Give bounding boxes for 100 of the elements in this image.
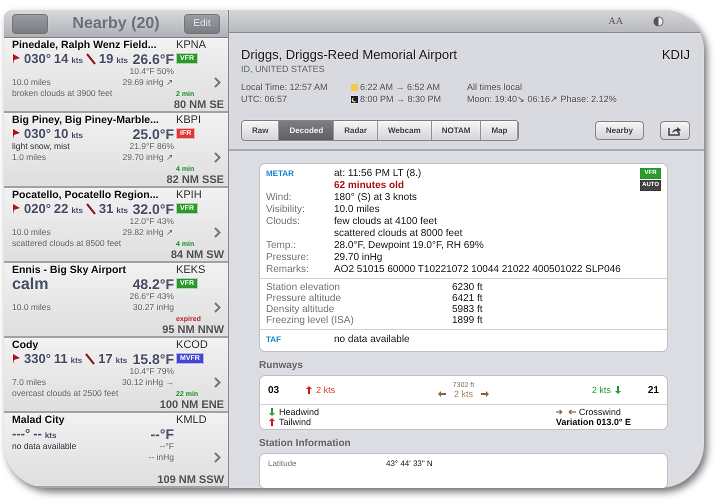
station-name: Pinedale, Ralph Wenz Field... bbox=[12, 39, 158, 51]
chevron-icon bbox=[214, 227, 221, 238]
headwind-arrow-icon bbox=[614, 385, 622, 395]
weather-text: light snow, mist bbox=[12, 141, 71, 152]
crosswind-arrow-icon bbox=[481, 388, 489, 398]
gust-icon bbox=[86, 202, 96, 214]
clouds-text: broken clouds at 3900 feet bbox=[12, 88, 114, 99]
unit-label: kts bbox=[70, 356, 82, 365]
field-value: 6421 ft bbox=[452, 293, 484, 304]
station-name: Malad City bbox=[12, 414, 66, 426]
taf-value: no data available bbox=[334, 334, 411, 345]
unit-label: kts bbox=[116, 56, 128, 65]
field-label: Station elevation bbox=[266, 282, 341, 293]
taf-label: TAF bbox=[266, 334, 282, 345]
pressure-text: 30.12 inHg → bbox=[122, 377, 174, 388]
view-tab[interactable]: Raw bbox=[242, 121, 280, 140]
field-label: Wind: bbox=[266, 192, 293, 203]
gust-icon bbox=[85, 352, 96, 364]
headwind-arrow-icon bbox=[268, 407, 276, 417]
unit-label: kts bbox=[71, 56, 83, 65]
metar-age: 62 minutes old bbox=[334, 180, 406, 191]
crosswind-arrow-icon bbox=[438, 388, 446, 398]
sunrise-time: 6:22 AM → 6:52 AM bbox=[360, 82, 440, 92]
chevron-icon bbox=[214, 152, 221, 163]
wind-direction: 020° bbox=[24, 201, 51, 216]
wind-flag-icon bbox=[12, 352, 21, 364]
visibility-text: 10.0 miles bbox=[12, 227, 52, 238]
wind-speed: 14 bbox=[54, 51, 68, 66]
station-name: Cody bbox=[12, 339, 40, 351]
station-ident: KMLD bbox=[176, 414, 208, 426]
clouds-text: scattered clouds at 8500 feet bbox=[12, 238, 121, 249]
wind-speed: 22 bbox=[54, 201, 68, 216]
pressure-text: 29.69 inHg ↗ bbox=[122, 77, 174, 88]
gust-speed: 19 bbox=[98, 51, 114, 66]
distance-text: 95 NM NNW bbox=[162, 324, 224, 336]
unit-label: kts bbox=[116, 356, 128, 365]
legend-label: Crosswind bbox=[578, 407, 621, 417]
field-label: Density altitude bbox=[266, 304, 336, 315]
wind-flag-icon bbox=[12, 128, 21, 140]
field-label: Pressure altitude bbox=[266, 293, 342, 304]
field-value: AO2 51015 60000 T10221072 10044 21022 400501022 SLP046 bbox=[334, 264, 622, 275]
section-title: Station Information bbox=[259, 438, 352, 449]
field-label: Pressure: bbox=[266, 252, 310, 263]
field-value: 10.0 miles bbox=[334, 204, 381, 215]
text-size-button[interactable]: AA bbox=[608, 16, 623, 26]
sunset-time: 8:00 PM → 8:30 PM bbox=[360, 94, 442, 104]
crosswind-speed: 2 kts bbox=[454, 388, 473, 398]
tailwind-arrow-icon bbox=[305, 385, 314, 395]
unit-label: kts bbox=[71, 206, 83, 215]
airport-region: ID, UNITED STATES bbox=[241, 64, 326, 74]
gust-icon bbox=[86, 52, 96, 64]
pressure-text: 30.27 inHg bbox=[132, 302, 174, 313]
visibility-text: 7.0 miles bbox=[12, 377, 48, 388]
gust-speed: 31 bbox=[98, 201, 114, 216]
local-time: Local Time: 12:57 AM bbox=[241, 82, 329, 92]
distance-text: 82 NM SSE bbox=[166, 174, 224, 186]
visibility-text: 1.0 miles bbox=[12, 152, 48, 163]
wind-speed: -- bbox=[33, 426, 42, 441]
moon-info: Moon: 19:40↘ 06:16↗ Phase: 2.12% bbox=[467, 94, 618, 104]
clouds-text: overcast clouds at 2500 feet bbox=[12, 388, 120, 399]
station-ident: KPIH bbox=[176, 189, 203, 201]
wind-direction: 030° bbox=[24, 126, 51, 141]
view-tab[interactable]: Decoded bbox=[279, 121, 334, 140]
contrast-icon[interactable] bbox=[653, 16, 664, 26]
chevron-icon bbox=[214, 377, 221, 388]
pressure-text: -- inHg bbox=[148, 452, 174, 463]
share-icon bbox=[668, 125, 682, 136]
view-tab[interactable]: Webcam bbox=[378, 121, 432, 140]
dewpoint-text: 12.0°F 43% bbox=[128, 216, 174, 227]
back-button[interactable] bbox=[12, 14, 48, 34]
calm-wind-text: calm bbox=[12, 276, 48, 294]
field-label: Freezing level (ISA) bbox=[266, 315, 355, 326]
moon-icon bbox=[351, 96, 358, 102]
unit-label: kts bbox=[71, 131, 83, 140]
view-tab[interactable]: NOTAM bbox=[432, 121, 482, 140]
distance-text: 100 NM ENE bbox=[160, 399, 224, 411]
distance-text: 84 NM SW bbox=[170, 249, 224, 261]
field-value: 28.0°F, Dewpoint 19.0°F, RH 69% bbox=[334, 240, 485, 251]
field-label: Latitude bbox=[268, 459, 298, 468]
wind-speed: 11 bbox=[54, 351, 68, 366]
field-value: 1899 ft bbox=[452, 315, 484, 326]
field-label: Visibility: bbox=[266, 204, 306, 215]
gust-speed: 17 bbox=[98, 351, 113, 366]
legend-label: Headwind bbox=[279, 407, 320, 417]
field-value: few clouds at 4100 feet bbox=[334, 216, 438, 227]
visibility-text: 10.0 miles bbox=[12, 77, 52, 88]
view-tab[interactable]: Radar bbox=[334, 121, 378, 140]
distance-text: 80 NM SE bbox=[174, 99, 224, 111]
dewpoint-text: --°F bbox=[158, 441, 174, 452]
pressure-text: 29.70 inHg ↗ bbox=[122, 152, 174, 163]
field-value: 43° 44' 33" N bbox=[386, 459, 434, 468]
dewpoint-text: 26.6°F 43% bbox=[129, 291, 174, 302]
view-tab[interactable]: Map bbox=[481, 121, 518, 140]
wind-direction: ---° bbox=[12, 426, 30, 441]
crosswind-arrows-icon bbox=[556, 408, 576, 416]
dewpoint-text: 10.4°F 50% bbox=[128, 66, 174, 77]
share-button[interactable] bbox=[660, 121, 690, 140]
times-note: All times local bbox=[467, 82, 524, 92]
temperature: --°F bbox=[150, 426, 174, 441]
nearby-button[interactable]: Nearby bbox=[594, 121, 644, 140]
